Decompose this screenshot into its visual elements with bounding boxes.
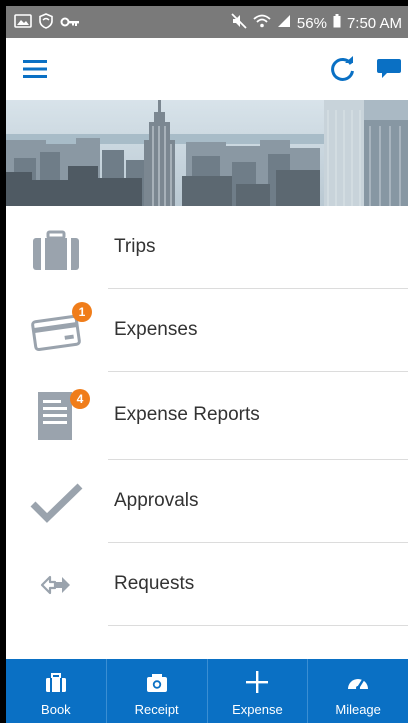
tab-mileage[interactable]: Mileage — [308, 659, 408, 723]
menu-item-label: Expense Reports — [114, 403, 260, 425]
status-bar: 56% 7:50 AM — [6, 6, 408, 38]
app-bar — [6, 38, 408, 100]
menu-item-trips[interactable]: Trips — [6, 206, 408, 289]
refresh-icon[interactable] — [328, 52, 358, 86]
app-screen: 56% 7:50 AM Trips 1 Expenses 4 Expense R… — [6, 6, 408, 723]
arrows-exchange-icon — [28, 557, 84, 613]
key-icon — [60, 15, 80, 32]
tab-expense[interactable]: Expense — [208, 659, 309, 723]
menu-item-expenses[interactable]: 1 Expenses — [6, 289, 408, 372]
menu-item-label: Expenses — [114, 318, 198, 340]
menu-item-requests[interactable]: Requests — [6, 543, 408, 626]
expenses-count-badge: 1 — [72, 302, 92, 322]
battery-percent: 56% — [296, 14, 327, 32]
main-menu-list: Trips 1 Expenses 4 Expense Reports Appro… — [6, 206, 408, 626]
menu-item-expense-reports[interactable]: 4 Expense Reports — [6, 372, 408, 460]
suitcase-icon — [28, 220, 84, 276]
hamburger-menu-icon[interactable] — [20, 54, 50, 84]
chat-bubble-icon[interactable] — [374, 52, 404, 86]
signal-icon — [277, 14, 291, 32]
city-skyline-banner — [6, 100, 408, 206]
checkmark-icon — [28, 474, 84, 530]
vpn-shield-icon — [38, 13, 54, 33]
bottom-action-bar: Book Receipt Expense Mileage — [6, 659, 408, 723]
battery-icon — [333, 14, 341, 32]
mute-icon — [231, 13, 247, 33]
divider — [108, 625, 408, 626]
menu-item-approvals[interactable]: Approvals — [6, 460, 408, 543]
tab-label: Book — [41, 702, 71, 717]
suitcase-icon — [45, 673, 67, 696]
menu-item-label: Approvals — [114, 489, 199, 511]
gallery-notification-icon — [14, 13, 32, 33]
tab-receipt[interactable]: Receipt — [107, 659, 208, 723]
wifi-icon — [253, 14, 271, 32]
tab-label: Expense — [232, 702, 283, 717]
reports-count-badge: 4 — [70, 389, 90, 409]
menu-item-label: Trips — [114, 235, 156, 257]
tab-label: Mileage — [335, 702, 381, 717]
plus-icon — [245, 670, 269, 697]
menu-item-label: Requests — [114, 572, 195, 594]
clock: 7:50 AM — [346, 14, 402, 32]
speedometer-icon — [346, 673, 370, 696]
tab-label: Receipt — [134, 702, 179, 717]
camera-icon — [146, 673, 168, 696]
tab-book[interactable]: Book — [6, 659, 107, 723]
